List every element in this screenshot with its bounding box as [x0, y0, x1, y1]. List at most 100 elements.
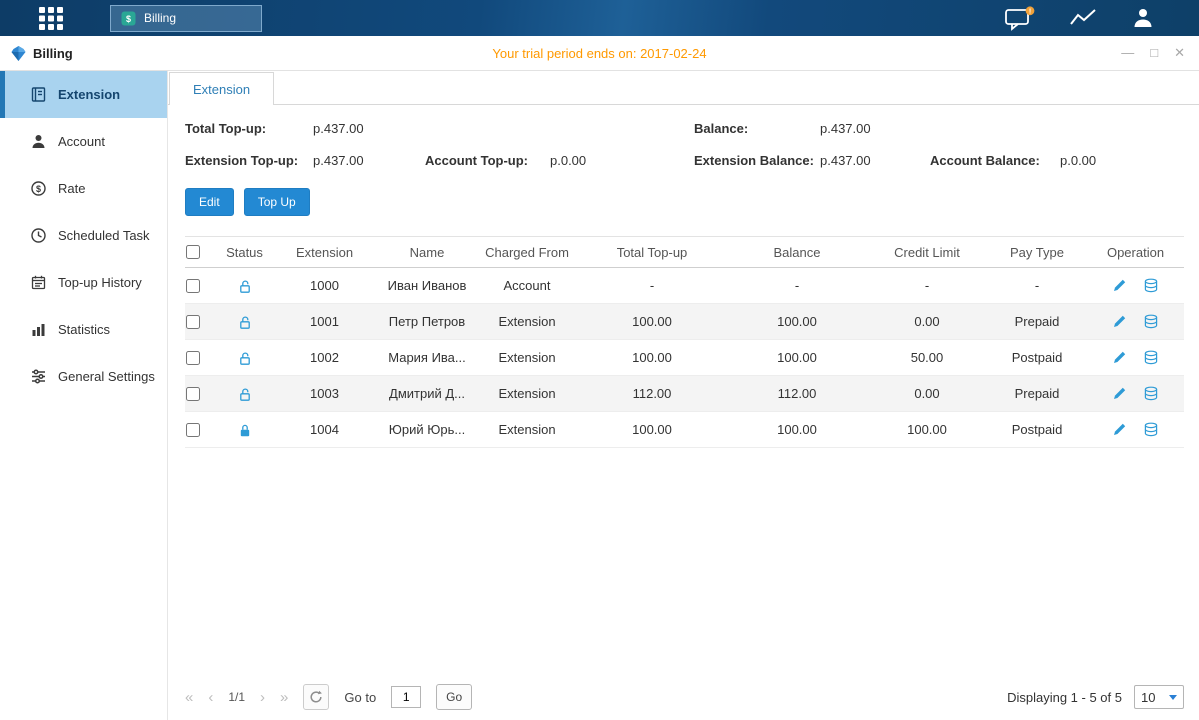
refresh-icon — [309, 690, 323, 704]
row-checkbox[interactable] — [186, 387, 200, 401]
user-icon[interactable] — [1131, 6, 1155, 30]
sidebar-item-label: Statistics — [58, 322, 110, 337]
balance: 100.00 — [727, 350, 867, 365]
select-all-checkbox[interactable] — [186, 245, 200, 259]
sidebar-item-rate[interactable]: $ Rate — [0, 165, 167, 212]
status-unlock-icon[interactable] — [238, 351, 252, 366]
sidebar-item-account[interactable]: Account — [0, 118, 167, 165]
account-topup-label: Account Top-up: — [425, 153, 550, 168]
tab-bar: Extension — [168, 71, 1199, 105]
sliders-icon — [30, 368, 47, 385]
extension-icon — [30, 86, 47, 103]
tab-extension[interactable]: Extension — [169, 72, 274, 105]
status-unlock-icon[interactable] — [238, 315, 252, 330]
col-balance: Balance — [727, 245, 867, 260]
topbar-right-icons: ! — [1004, 6, 1155, 31]
col-total-topup: Total Top-up — [577, 245, 727, 260]
topbar-billing-tab-label: Billing — [144, 11, 176, 25]
messages-icon[interactable]: ! — [1004, 6, 1035, 31]
extension-name: Дмитрий Д... — [377, 386, 477, 401]
top-up-button[interactable]: Top Up — [244, 188, 310, 216]
extension-number: 1002 — [272, 350, 377, 365]
sidebar-item-extension[interactable]: Extension — [0, 71, 167, 118]
apps-grid-icon[interactable] — [38, 6, 64, 30]
top-up-coins-icon[interactable] — [1143, 386, 1159, 401]
next-page-button[interactable]: › — [260, 689, 265, 706]
col-charged-from: Charged From — [477, 245, 577, 260]
close-button[interactable]: ✕ — [1174, 45, 1185, 61]
pay-type: Postpaid — [987, 350, 1087, 365]
top-up-coins-icon[interactable] — [1143, 278, 1159, 293]
balance: 112.00 — [727, 386, 867, 401]
billing-summary: Total Top-up: p.437.00 Balance: p.437.00… — [185, 121, 1184, 168]
window-controls: — □ ✕ — [1121, 45, 1185, 61]
svg-text:$: $ — [36, 184, 41, 194]
top-up-coins-icon[interactable] — [1143, 314, 1159, 329]
col-name: Name — [377, 245, 477, 260]
pay-type: Postpaid — [987, 422, 1087, 437]
calendar-icon — [30, 274, 47, 291]
sidebar-item-statistics[interactable]: Statistics — [0, 306, 167, 353]
status-unlock-icon[interactable] — [238, 279, 252, 294]
extension-table: Status Extension Name Charged From Total… — [185, 236, 1184, 448]
extension-content: Total Top-up: p.437.00 Balance: p.437.00… — [168, 105, 1199, 674]
sidebar-item-topup-history[interactable]: Top-up History — [0, 259, 167, 306]
extension-topup-label: Extension Top-up: — [185, 153, 313, 168]
go-button[interactable]: Go — [436, 684, 472, 710]
col-pay-type: Pay Type — [987, 245, 1087, 260]
bar-chart-icon — [30, 321, 47, 338]
goto-page-input[interactable] — [391, 686, 421, 708]
credit-limit: 0.00 — [867, 314, 987, 329]
col-credit-limit: Credit Limit — [867, 245, 987, 260]
billing-gem-icon — [10, 45, 27, 62]
edit-icon[interactable] — [1112, 350, 1127, 365]
prev-page-button[interactable]: ‹ — [208, 689, 213, 706]
chart-icon[interactable] — [1069, 7, 1097, 29]
extension-name: Юрий Юрь... — [377, 422, 477, 437]
clock-icon — [30, 227, 47, 244]
extension-number: 1000 — [272, 278, 377, 293]
minimize-button[interactable]: — — [1121, 45, 1134, 61]
pay-type: - — [987, 278, 1087, 293]
sidebar: Extension Account $ Rate Scheduled Task — [0, 71, 168, 720]
row-checkbox[interactable] — [186, 423, 200, 437]
chevron-down-icon — [1169, 695, 1177, 700]
status-lock-icon[interactable] — [238, 423, 252, 438]
row-checkbox[interactable] — [186, 315, 200, 329]
svg-text:!: ! — [1029, 8, 1031, 15]
top-up-coins-icon[interactable] — [1143, 422, 1159, 437]
edit-button[interactable]: Edit — [185, 188, 234, 216]
window-titlebar: Billing Your trial period ends on: 2017-… — [0, 36, 1199, 71]
total-topup: 100.00 — [577, 350, 727, 365]
svg-text:$: $ — [126, 14, 131, 24]
status-unlock-icon[interactable] — [238, 387, 252, 402]
row-checkbox[interactable] — [186, 279, 200, 293]
total-topup: - — [577, 278, 727, 293]
edit-icon[interactable] — [1112, 422, 1127, 437]
table-header: Status Extension Name Charged From Total… — [185, 236, 1184, 268]
refresh-button[interactable] — [303, 684, 329, 710]
row-checkbox[interactable] — [186, 351, 200, 365]
edit-icon[interactable] — [1112, 386, 1127, 401]
last-page-button[interactable]: » — [280, 689, 288, 706]
displaying-info: Displaying 1 - 5 of 5 — [1007, 690, 1122, 705]
sidebar-item-scheduled-task[interactable]: Scheduled Task — [0, 212, 167, 259]
table-body: 1000 Иван Иванов Account - - - - — [185, 268, 1184, 448]
balance-label: Balance: — [694, 121, 820, 136]
top-up-coins-icon[interactable] — [1143, 350, 1159, 365]
account-balance-label: Account Balance: — [930, 153, 1060, 168]
edit-icon[interactable] — [1112, 278, 1127, 293]
page-size-select[interactable]: 10 — [1134, 685, 1184, 709]
total-topup: 100.00 — [577, 314, 727, 329]
total-topup-label: Total Top-up: — [185, 121, 313, 136]
credit-limit: 50.00 — [867, 350, 987, 365]
sidebar-item-general-settings[interactable]: General Settings — [0, 353, 167, 400]
edit-icon[interactable] — [1112, 314, 1127, 329]
table-row: 1000 Иван Иванов Account - - - - — [185, 268, 1184, 304]
account-topup-value: p.0.00 — [550, 153, 694, 168]
first-page-button[interactable]: « — [185, 689, 193, 706]
sidebar-item-label: Rate — [58, 181, 85, 196]
topbar-billing-tab[interactable]: $ Billing — [110, 5, 262, 32]
maximize-button[interactable]: □ — [1150, 45, 1158, 61]
goto-label: Go to — [344, 690, 376, 705]
